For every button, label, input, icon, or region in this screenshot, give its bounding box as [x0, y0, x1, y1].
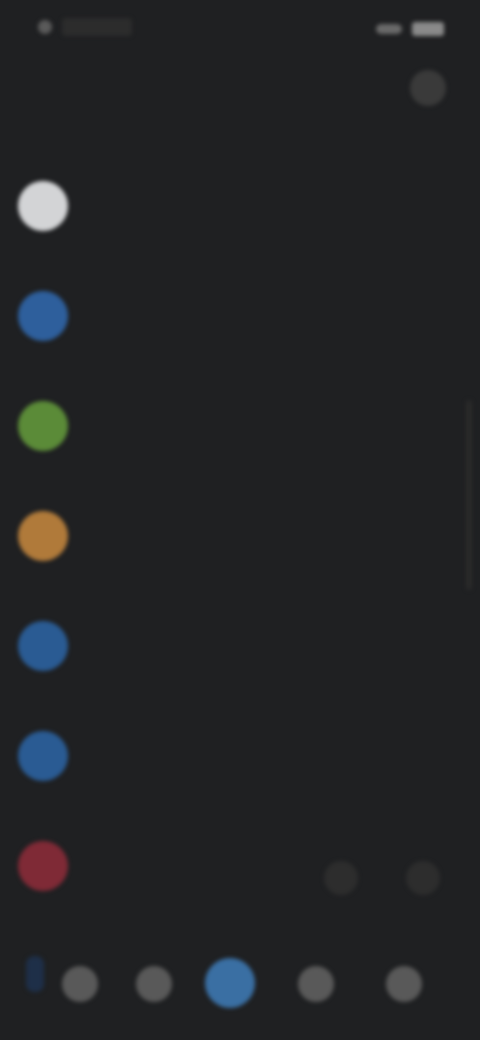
status-bar [0, 0, 480, 58]
avatar [18, 401, 68, 451]
avatar [18, 731, 68, 781]
more-icon[interactable] [406, 861, 440, 895]
contact-row[interactable] [0, 375, 440, 485]
contact-row[interactable] [0, 815, 440, 925]
contact-row[interactable] [0, 485, 440, 595]
contact-list [0, 155, 440, 925]
status-left [38, 18, 132, 36]
avatar [18, 181, 68, 231]
battery-icon [412, 22, 444, 36]
wifi-icon [376, 24, 402, 34]
nav-item-2[interactable] [136, 966, 172, 1002]
nav-item-1[interactable] [62, 966, 98, 1002]
avatar [18, 291, 68, 341]
nav-item-4[interactable] [298, 966, 334, 1002]
bottom-nav [0, 920, 480, 1040]
status-icon [38, 20, 52, 34]
header [0, 60, 480, 120]
search-icon[interactable] [410, 70, 446, 106]
avatar [18, 621, 68, 671]
avatar [18, 841, 68, 891]
contact-row[interactable] [0, 155, 440, 265]
status-text-block [62, 18, 132, 36]
contact-row[interactable] [0, 595, 440, 705]
contact-row[interactable] [0, 705, 440, 815]
avatar [18, 511, 68, 561]
scrollbar[interactable] [466, 400, 472, 590]
status-right [376, 22, 444, 36]
nav-item-5[interactable] [386, 966, 422, 1002]
contact-row[interactable] [0, 265, 440, 375]
nav-decoration [26, 956, 44, 992]
nav-item-center[interactable] [205, 958, 255, 1008]
call-icon[interactable] [324, 861, 358, 895]
